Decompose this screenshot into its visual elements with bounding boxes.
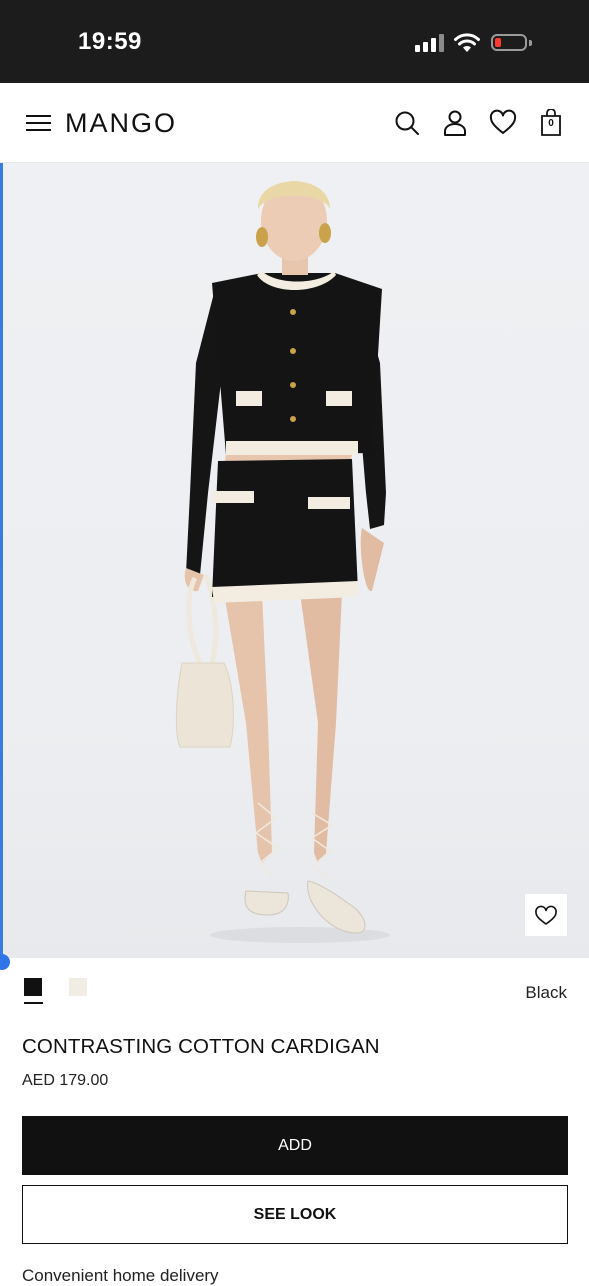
wishlist-icon[interactable] [489,109,517,137]
hero-left-edge [0,163,3,958]
product-title: CONTRASTING COTTON CARDIGAN [22,1035,380,1058]
product-image[interactable] [0,163,589,958]
status-bar: 19:59 [0,0,589,83]
cart-count: 0 [548,118,554,129]
cellular-signal-icon [415,32,445,54]
scroll-indicator[interactable] [0,954,10,970]
status-time: 19:59 [78,28,142,55]
wifi-icon [454,33,480,52]
see-look-button[interactable]: SEE LOOK [22,1185,568,1244]
battery-level [495,38,501,47]
product-price: AED 179.00 [22,1072,109,1089]
swatch-black[interactable] [24,978,42,996]
add-to-wishlist-button[interactable] [525,894,567,936]
brand-logo[interactable]: MANGO [65,108,177,139]
site-header: MANGO 0 [0,83,589,163]
search-icon[interactable] [393,109,421,137]
delivery-info: Convenient home delivery [22,1266,219,1285]
model-photo [175,181,390,943]
battery-icon [491,34,527,51]
account-icon[interactable] [441,109,469,137]
battery-tip [529,40,532,46]
menu-icon[interactable] [26,114,52,132]
swatch-off-white[interactable] [69,978,87,996]
add-button[interactable]: ADD [22,1116,568,1175]
heart-icon [535,905,557,925]
status-icons [415,32,535,54]
cart-button[interactable]: 0 [540,108,562,137]
color-swatches [24,978,104,1008]
selected-color-label: Black [525,983,567,1002]
swatch-selected-underline [24,1002,43,1004]
